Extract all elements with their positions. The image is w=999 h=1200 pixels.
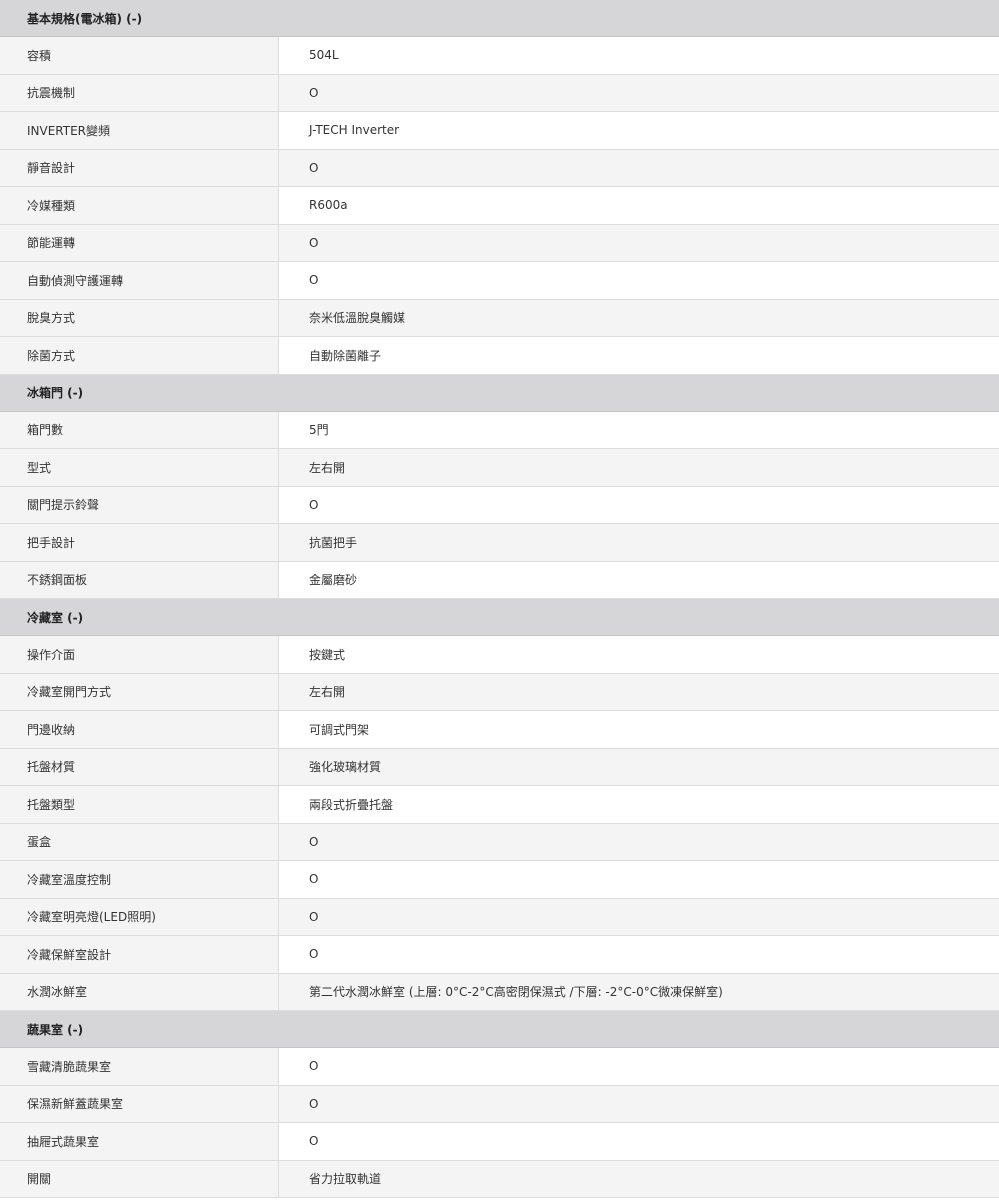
spec-label: 自動偵測守護運轉 (0, 262, 279, 299)
spec-value: 強化玻璃材質 (309, 760, 382, 775)
spec-label: 門邊收納 (0, 711, 279, 748)
spec-label: 容積 (0, 37, 279, 74)
table-row: 開關 省力拉取軌道 (0, 1160, 999, 1198)
table-row: 操作介面 按鍵式 (0, 636, 999, 674)
table-row: 托盤材質 強化玻璃材質 (0, 748, 999, 786)
table-row: 蛋盒 O (0, 823, 999, 861)
spec-table: 基本規格(電冰箱) (-) 容積 504L 抗震機制 O INVERTER變頻 … (0, 0, 999, 1198)
table-row: 冷藏室開門方式 左右開 (0, 673, 999, 711)
table-row: 門邊收納 可調式門架 (0, 711, 999, 749)
spec-label: 關門提示鈴聲 (0, 486, 279, 523)
spec-label: 冷藏室開門方式 (0, 673, 279, 710)
table-row: 冷藏保鮮室設計 O (0, 936, 999, 974)
table-row: 除菌方式 自動除菌離子 (0, 337, 999, 375)
spec-label: 冷藏室明亮燈(LED照明) (0, 898, 279, 935)
spec-label: 抽屜式蔬果室 (0, 1123, 279, 1160)
table-row: 水潤冰鮮室 第二代水潤冰鮮室 (上層: 0°C-2°C高密閉保濕式 /下層: -… (0, 973, 999, 1011)
section-header-fridge-compartment: 冷藏室 (-) (0, 599, 999, 636)
table-row: 保濕新鮮蓋蔬果室 O (0, 1085, 999, 1123)
spec-value: O (309, 235, 319, 250)
spec-value: O (309, 1096, 319, 1111)
table-row: INVERTER變頻 J-TECH Inverter (0, 112, 999, 150)
spec-label: 型式 (0, 449, 279, 486)
spec-value: O (309, 1134, 319, 1149)
spec-value: O (309, 160, 319, 175)
spec-value: 左右開 (309, 685, 346, 700)
table-row: 容積 504L (0, 37, 999, 75)
spec-value: 奈米低溫脫臭觸媒 (309, 311, 406, 326)
spec-value: R600a (309, 198, 348, 213)
spec-value: 省力拉取軌道 (309, 1172, 382, 1187)
spec-value: 按鍵式 (309, 647, 346, 662)
spec-label: 箱門數 (0, 411, 279, 448)
spec-value: O (309, 273, 319, 288)
table-row: 節能運轉 O (0, 224, 999, 262)
spec-value: 左右開 (309, 460, 346, 475)
spec-label: 把手設計 (0, 524, 279, 561)
table-row: 冷媒種類 R600a (0, 187, 999, 225)
spec-label: 不銹鋼面板 (0, 561, 279, 598)
section-header-basic-specs: 基本規格(電冰箱) (-) (0, 0, 999, 37)
table-row: 抗震機制 O (0, 74, 999, 112)
table-row: 關門提示鈴聲 O (0, 486, 999, 524)
spec-label: 水潤冰鮮室 (0, 973, 279, 1010)
spec-value: O (309, 909, 319, 924)
table-row: 抽屜式蔬果室 O (0, 1123, 999, 1161)
spec-value: O (309, 85, 319, 100)
spec-value: 自動除菌離子 (309, 348, 382, 363)
spec-label: 蛋盒 (0, 823, 279, 860)
spec-label: INVERTER變頻 (0, 112, 279, 149)
spec-label: 保濕新鮮蓋蔬果室 (0, 1085, 279, 1122)
table-row: 雪藏清脆蔬果室 O (0, 1048, 999, 1086)
spec-value: O (309, 872, 319, 887)
spec-value: J-TECH Inverter (309, 123, 400, 138)
spec-label: 除菌方式 (0, 337, 279, 374)
table-row: 冷藏室明亮燈(LED照明) O (0, 898, 999, 936)
spec-value: 可調式門架 (309, 722, 370, 737)
spec-label: 冷藏保鮮室設計 (0, 936, 279, 973)
table-row: 托盤類型 兩段式折疊托盤 (0, 786, 999, 824)
table-row: 把手設計 抗菌把手 (0, 524, 999, 562)
spec-value: 兩段式折疊托盤 (309, 797, 394, 812)
table-row: 靜音設計 O (0, 149, 999, 187)
table-row: 脫臭方式 奈米低溫脫臭觸媒 (0, 299, 999, 337)
table-row: 冷藏室溫度控制 O (0, 861, 999, 899)
spec-value: O (309, 1059, 319, 1074)
table-row: 箱門數 5門 (0, 411, 999, 449)
spec-label: 抗震機制 (0, 74, 279, 111)
table-row: 型式 左右開 (0, 449, 999, 487)
spec-value: 5門 (309, 423, 329, 438)
spec-label: 冷藏室溫度控制 (0, 861, 279, 898)
spec-label: 靜音設計 (0, 149, 279, 186)
spec-value: O (309, 497, 319, 512)
spec-value: O (309, 947, 319, 962)
spec-value: O (309, 834, 319, 849)
table-row: 自動偵測守護運轉 O (0, 262, 999, 300)
spec-label: 操作介面 (0, 636, 279, 673)
section-header-vegetable-compartment: 蔬果室 (-) (0, 1011, 999, 1048)
table-row: 不銹鋼面板 金屬磨砂 (0, 561, 999, 599)
spec-value: 504L (309, 48, 339, 63)
spec-label: 托盤類型 (0, 786, 279, 823)
spec-label: 開關 (0, 1160, 279, 1197)
spec-label: 脫臭方式 (0, 299, 279, 336)
spec-value: 金屬磨砂 (309, 573, 358, 588)
spec-value: 抗菌把手 (309, 535, 358, 550)
spec-label: 冷媒種類 (0, 187, 279, 224)
spec-label: 托盤材質 (0, 748, 279, 785)
spec-label: 雪藏清脆蔬果室 (0, 1048, 279, 1085)
spec-label: 節能運轉 (0, 224, 279, 261)
spec-value: 第二代水潤冰鮮室 (上層: 0°C-2°C高密閉保濕式 /下層: -2°C-0°… (309, 985, 723, 1000)
section-header-doors: 冰箱門 (-) (0, 374, 999, 412)
